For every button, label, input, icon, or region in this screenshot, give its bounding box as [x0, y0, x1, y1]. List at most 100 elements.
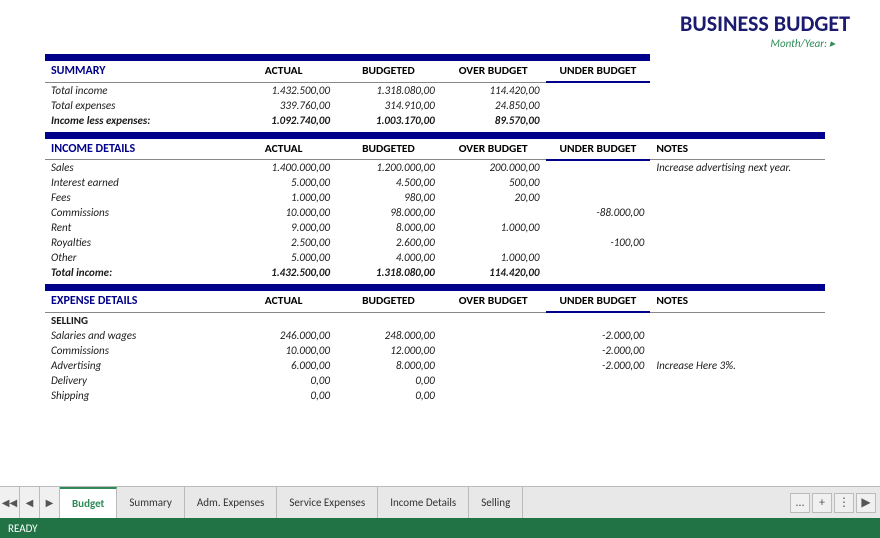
tab-nav-prev[interactable]: ◀ — [20, 487, 40, 518]
tab-extra-buttons: … + ⋮ ▶ — [786, 487, 880, 518]
summary-label-0: Total income — [45, 82, 231, 98]
income-label-total: Total income: — [45, 265, 231, 280]
summary-header-bar — [45, 54, 825, 61]
expense-over-0 — [441, 328, 546, 343]
tab-add-button[interactable]: + — [812, 493, 832, 513]
income-under-total — [546, 265, 651, 280]
expense-row-0: Salaries and wages 246.000,00 248.000,00… — [45, 328, 825, 343]
expense-row-4: Shipping 0,00 0,00 — [45, 388, 825, 403]
income-over-6: 1.000,00 — [441, 250, 546, 265]
expense-actual-header: ACTUAL — [231, 291, 336, 312]
tab-income-details[interactable]: Income Details — [378, 487, 469, 518]
tab-scroll-right-button[interactable]: ▶ — [856, 493, 876, 513]
expense-budgeted-2: 8.000,00 — [336, 358, 441, 373]
expense-budgeted-4: 0,00 — [336, 388, 441, 403]
income-under-header: UNDER BUDGET — [546, 139, 651, 160]
income-row-6: Other 5.000,00 4.000,00 1.000,00 — [45, 250, 825, 265]
income-row-2: Fees 1.000,00 980,00 20,00 — [45, 190, 825, 205]
income-budgeted-1: 4.500,00 — [336, 175, 441, 190]
tab-menu-button[interactable]: ⋮ — [834, 493, 854, 513]
expense-actual-3: 0,00 — [231, 373, 336, 388]
income-notes-header: NOTES — [650, 139, 825, 160]
expense-label-4: Shipping — [45, 388, 231, 403]
expense-actual-1: 10.000,00 — [231, 343, 336, 358]
expense-over-header: OVER BUDGET — [441, 291, 546, 312]
tab-summary[interactable]: Summary — [117, 487, 185, 518]
tab-selling-label: Selling — [481, 496, 510, 509]
expense-under-4 — [546, 388, 651, 403]
income-under-4 — [546, 220, 651, 235]
tab-budget[interactable]: Budget — [60, 487, 117, 518]
expense-notes-header: NOTES — [650, 291, 825, 312]
income-label-6: Other — [45, 250, 231, 265]
tab-ellipsis-button[interactable]: … — [790, 493, 810, 513]
income-notes-2 — [650, 190, 825, 205]
expense-actual-0: 246.000,00 — [231, 328, 336, 343]
income-notes-6 — [650, 250, 825, 265]
income-over-3 — [441, 205, 546, 220]
income-notes-4 — [650, 220, 825, 235]
income-header-bar — [45, 132, 825, 139]
income-actual-1: 5.000,00 — [231, 175, 336, 190]
expense-over-4 — [441, 388, 546, 403]
income-actual-3: 10.000,00 — [231, 205, 336, 220]
expense-actual-2: 6.000,00 — [231, 358, 336, 373]
expense-selling-label: SELLING — [45, 312, 231, 328]
income-over-header: OVER BUDGET — [441, 139, 546, 160]
expense-notes-1 — [650, 343, 825, 358]
tab-service-expenses-label: Service Expenses — [289, 496, 365, 509]
income-over-0: 200.000,00 — [441, 160, 546, 176]
expense-under-2: -2.000,00 — [546, 358, 651, 373]
income-label-1: Interest earned — [45, 175, 231, 190]
expense-row-1: Commissions 10.000,00 12.000,00 -2.000,0… — [45, 343, 825, 358]
expense-over-3 — [441, 373, 546, 388]
income-actual-2: 1.000,00 — [231, 190, 336, 205]
income-budgeted-0: 1.200.000,00 — [336, 160, 441, 176]
tab-service-expenses[interactable]: Service Expenses — [277, 487, 378, 518]
income-notes-3 — [650, 205, 825, 220]
income-budgeted-6: 4.000,00 — [336, 250, 441, 265]
income-actual-5: 2.500,00 — [231, 235, 336, 250]
expense-under-header: UNDER BUDGET — [546, 291, 651, 312]
status-ready-text: READY — [8, 522, 38, 535]
summary-actual-2: 1.092.740,00 — [231, 113, 336, 128]
summary-under-2 — [546, 113, 651, 128]
summary-actual-0: 1.432.500,00 — [231, 82, 336, 98]
income-budgeted-3: 98.000,00 — [336, 205, 441, 220]
tab-budget-label: Budget — [72, 497, 104, 510]
tab-adm-expenses[interactable]: Adm. Expenses — [185, 487, 277, 518]
income-budgeted-4: 8.000,00 — [336, 220, 441, 235]
budget-main-table: SUMMARY ACTUAL BUDGETED OVER BUDGET UNDE… — [45, 54, 825, 403]
summary-under-header: UNDER BUDGET — [546, 61, 651, 82]
summary-actual-1: 339.760,00 — [231, 98, 336, 113]
tab-income-details-label: Income Details — [390, 496, 456, 509]
tabs-bar: ◀◀ ◀ ▶ Budget Summary Adm. Expenses Serv… — [0, 486, 880, 518]
summary-row-0: Total income 1.432.500,00 1.318.080,00 1… — [45, 82, 825, 98]
expense-notes-4 — [650, 388, 825, 403]
income-notes-total — [650, 265, 825, 280]
income-label-4: Rent — [45, 220, 231, 235]
expense-section-label: EXPENSE DETAILS — [45, 291, 231, 312]
summary-label-1: Total expenses — [45, 98, 231, 113]
tab-nav-next[interactable]: ▶ — [40, 487, 60, 518]
expense-under-0: -2.000,00 — [546, 328, 651, 343]
expense-label-0: Salaries and wages — [45, 328, 231, 343]
income-label-0: Sales — [45, 160, 231, 176]
income-under-1 — [546, 175, 651, 190]
summary-budgeted-0: 1.318.080,00 — [336, 82, 441, 98]
month-year-arrow-icon: ▸ — [829, 37, 835, 50]
summary-row-2: Income less expenses: 1.092.740,00 1.003… — [45, 113, 825, 128]
business-title: BUSINESS BUDGET — [10, 10, 850, 37]
summary-under-1 — [546, 98, 651, 113]
expense-under-3 — [546, 373, 651, 388]
tabs-spacer — [523, 487, 786, 518]
income-over-1: 500,00 — [441, 175, 546, 190]
summary-budgeted-1: 314.910,00 — [336, 98, 441, 113]
expense-row-3: Delivery 0,00 0,00 — [45, 373, 825, 388]
income-under-3: -88.000,00 — [546, 205, 651, 220]
income-row-1: Interest earned 5.000,00 4.500,00 500,00 — [45, 175, 825, 190]
income-row-3: Commissions 10.000,00 98.000,00 -88.000,… — [45, 205, 825, 220]
tab-selling[interactable]: Selling — [469, 487, 523, 518]
tab-nav-first[interactable]: ◀◀ — [0, 487, 20, 518]
income-over-5 — [441, 235, 546, 250]
